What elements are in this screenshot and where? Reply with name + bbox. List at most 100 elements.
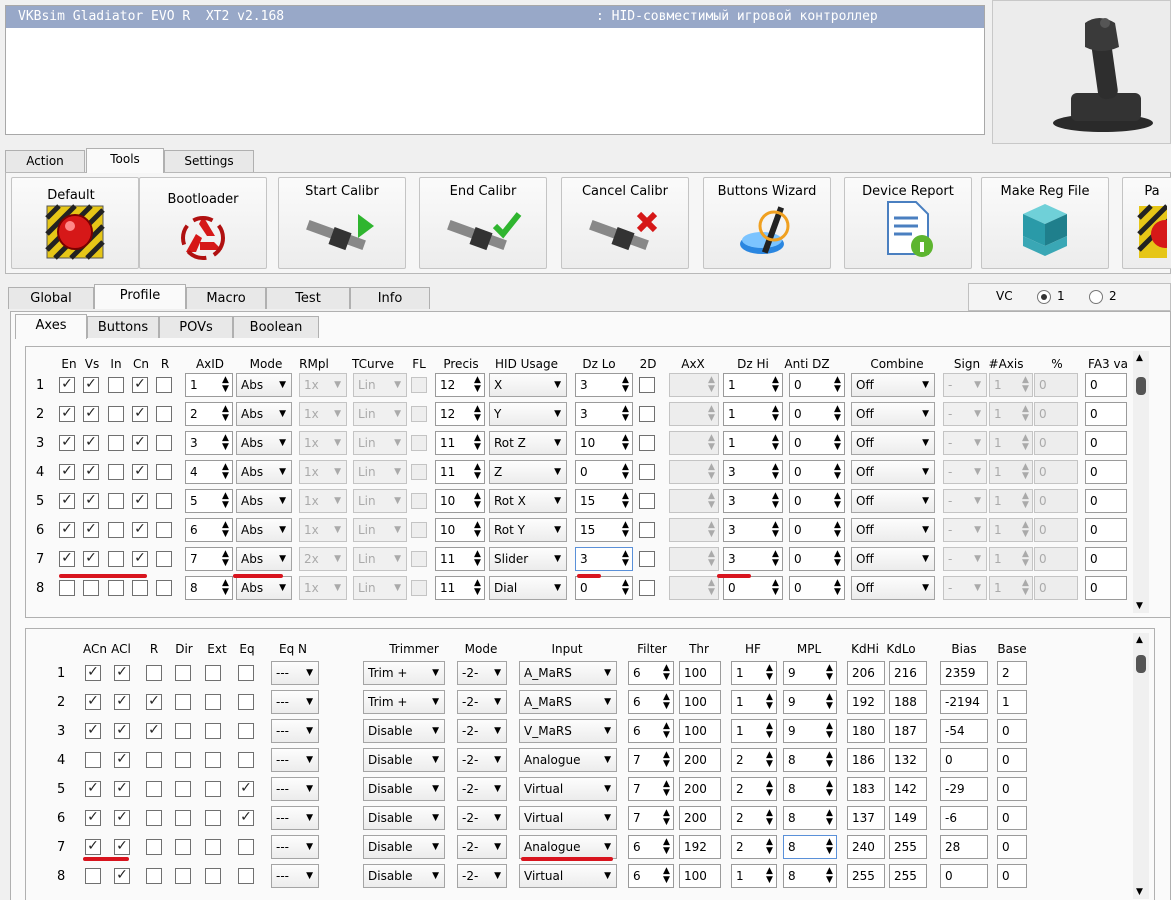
axis-r-checkbox[interactable] bbox=[156, 551, 172, 567]
spinner-arrows-icon[interactable]: ▲ ▼ bbox=[825, 809, 834, 827]
axis-tcurve-dropdown[interactable]: Lin ▼ bbox=[353, 489, 407, 513]
sensor-hf-spinner[interactable]: 1 ▲ ▼ bbox=[731, 864, 777, 888]
sensor-dir-checkbox[interactable] bbox=[175, 839, 191, 855]
sensor-kdhi-field[interactable]: 180 bbox=[847, 719, 885, 743]
sensor-input-dropdown[interactable]: Virtual ▼ bbox=[519, 806, 617, 830]
spinner-arrows-icon[interactable]: ▲ ▼ bbox=[833, 405, 842, 423]
sensor-base-field[interactable]: 0 bbox=[997, 835, 1027, 859]
axis-fa3-field[interactable]: 0 bbox=[1085, 547, 1127, 571]
axis-dzhi-spinner[interactable]: 1 ▲ ▼ bbox=[723, 373, 783, 397]
spinner-arrows-icon[interactable]: ▲ ▼ bbox=[1021, 405, 1030, 423]
axis-rmpl-dropdown[interactable]: 2x ▼ bbox=[299, 547, 347, 571]
axis-tcurve-dropdown[interactable]: Lin ▼ bbox=[353, 518, 407, 542]
axis-sign-dropdown[interactable]: - ▼ bbox=[943, 547, 987, 571]
axis-mode-dropdown[interactable]: Abs ▼ bbox=[236, 431, 292, 455]
sensor-eqn-dropdown[interactable]: --- ▼ bbox=[271, 748, 319, 772]
spinner-arrows-icon[interactable]: ▲ ▼ bbox=[473, 434, 482, 452]
axis-sign-dropdown[interactable]: - ▼ bbox=[943, 489, 987, 513]
spinner-arrows-icon[interactable]: ▲ ▼ bbox=[771, 492, 780, 510]
sensor-bias-field[interactable]: -2194 bbox=[940, 690, 988, 714]
sensor-kdhi-field[interactable]: 186 bbox=[847, 748, 885, 772]
axis-percent-field[interactable]: 0 bbox=[1034, 518, 1078, 542]
sensor-base-field[interactable]: 0 bbox=[997, 748, 1027, 772]
spinner-arrows-icon[interactable]: ▲ ▼ bbox=[662, 722, 671, 740]
axis-cn-checkbox[interactable]: ✓ bbox=[132, 435, 148, 451]
scroll-up-icon[interactable]: ▲ bbox=[1136, 353, 1143, 363]
sensor-eq-checkbox[interactable] bbox=[238, 665, 254, 681]
sensor-thr-field[interactable]: 100 bbox=[679, 690, 721, 714]
axis-rmpl-dropdown[interactable]: 1x ▼ bbox=[299, 460, 347, 484]
axis-r-checkbox[interactable] bbox=[156, 493, 172, 509]
sensor-r-checkbox[interactable]: ✓ bbox=[146, 723, 162, 739]
sensor-acl-checkbox[interactable]: ✓ bbox=[114, 723, 130, 739]
axis-combine-dropdown[interactable]: Off ▼ bbox=[851, 373, 935, 397]
sensor-mpl-spinner[interactable]: 9 ▲ ▼ bbox=[783, 719, 837, 743]
axis-dzlo-spinner[interactable]: 15 ▲ ▼ bbox=[575, 489, 633, 513]
sensor-ext-checkbox[interactable] bbox=[205, 723, 221, 739]
sensor-hf-spinner[interactable]: 1 ▲ ▼ bbox=[731, 661, 777, 685]
spinner-arrows-icon[interactable]: ▲ ▼ bbox=[707, 405, 716, 423]
sensor-acl-checkbox[interactable]: ✓ bbox=[114, 839, 130, 855]
axis-vs-checkbox[interactable]: ✓ bbox=[83, 406, 99, 422]
sensor-acn-checkbox[interactable]: ✓ bbox=[85, 694, 101, 710]
sensor-trimmer-dropdown[interactable]: Disable ▼ bbox=[363, 806, 445, 830]
axis-antidz-spinner[interactable]: 0 ▲ ▼ bbox=[789, 402, 845, 426]
tab-settings[interactable]: Settings bbox=[164, 150, 254, 172]
spinner-arrows-icon[interactable]: ▲ ▼ bbox=[765, 809, 774, 827]
axis-fl-checkbox[interactable] bbox=[411, 551, 427, 567]
axis-percent-field[interactable]: 0 bbox=[1034, 373, 1078, 397]
axis-fa3-field[interactable]: 0 bbox=[1085, 402, 1127, 426]
axis-axx-spinner[interactable]: ▲ ▼ bbox=[669, 373, 719, 397]
sensor-mpl-spinner[interactable]: 8 ▲ ▼ bbox=[783, 748, 837, 772]
scroll-down-icon[interactable]: ▼ bbox=[1136, 601, 1143, 611]
spinner-arrows-icon[interactable]: ▲ ▼ bbox=[473, 521, 482, 539]
sensor-r-checkbox[interactable] bbox=[146, 665, 162, 681]
sensor-ext-checkbox[interactable] bbox=[205, 839, 221, 855]
sensor-base-field[interactable]: 2 bbox=[997, 661, 1027, 685]
axis-number-spinner[interactable]: 1 ▲ ▼ bbox=[989, 576, 1033, 600]
axis-precision-spinner[interactable]: 12 ▲ ▼ bbox=[435, 373, 485, 397]
axis-cn-checkbox[interactable]: ✓ bbox=[132, 464, 148, 480]
axis-2d-checkbox[interactable] bbox=[639, 551, 655, 567]
axis-en-checkbox[interactable]: ✓ bbox=[59, 406, 75, 422]
spinner-arrows-icon[interactable]: ▲ ▼ bbox=[1021, 434, 1030, 452]
sensor-thr-field[interactable]: 100 bbox=[679, 719, 721, 743]
tab-tools[interactable]: Tools bbox=[86, 148, 164, 173]
axis-antidz-spinner[interactable]: 0 ▲ ▼ bbox=[789, 431, 845, 455]
pa-button[interactable]: Pa bbox=[1122, 177, 1171, 269]
spinner-arrows-icon[interactable]: ▲ ▼ bbox=[1021, 521, 1030, 539]
axis-dzlo-spinner[interactable]: 0 ▲ ▼ bbox=[575, 576, 633, 600]
sensor-eqn-dropdown[interactable]: --- ▼ bbox=[271, 777, 319, 801]
sensor-mode-dropdown[interactable]: -2- ▼ bbox=[457, 777, 507, 801]
axis-rmpl-dropdown[interactable]: 1x ▼ bbox=[299, 489, 347, 513]
sensor-eqn-dropdown[interactable]: --- ▼ bbox=[271, 690, 319, 714]
sensor-eq-checkbox[interactable]: ✓ bbox=[238, 810, 254, 826]
sensor-input-dropdown[interactable]: Analogue ▼ bbox=[519, 835, 617, 859]
axis-id-spinner[interactable]: 3 ▲ ▼ bbox=[185, 431, 233, 455]
axis-rmpl-dropdown[interactable]: 1x ▼ bbox=[299, 402, 347, 426]
sensor-thr-field[interactable]: 100 bbox=[679, 661, 721, 685]
sensor-input-dropdown[interactable]: Virtual ▼ bbox=[519, 777, 617, 801]
spinner-arrows-icon[interactable]: ▲ ▼ bbox=[833, 579, 842, 597]
sensor-input-dropdown[interactable]: V_MaRS ▼ bbox=[519, 719, 617, 743]
sensor-filter-spinner[interactable]: 7 ▲ ▼ bbox=[628, 806, 674, 830]
axis-dzlo-spinner[interactable]: 3 ▲ ▼ bbox=[575, 402, 633, 426]
sensor-acn-checkbox[interactable] bbox=[85, 868, 101, 884]
axis-en-checkbox[interactable]: ✓ bbox=[59, 464, 75, 480]
axis-vs-checkbox[interactable]: ✓ bbox=[83, 435, 99, 451]
sensor-r-checkbox[interactable] bbox=[146, 781, 162, 797]
sensor-mpl-spinner[interactable]: 9 ▲ ▼ bbox=[783, 690, 837, 714]
axis-precision-spinner[interactable]: 10 ▲ ▼ bbox=[435, 489, 485, 513]
sensor-hf-spinner[interactable]: 1 ▲ ▼ bbox=[731, 690, 777, 714]
sensor-kdhi-field[interactable]: 240 bbox=[847, 835, 885, 859]
axis-en-checkbox[interactable]: ✓ bbox=[59, 377, 75, 393]
spinner-arrows-icon[interactable]: ▲ ▼ bbox=[771, 434, 780, 452]
axis-in-checkbox[interactable] bbox=[108, 493, 124, 509]
spinner-arrows-icon[interactable]: ▲ ▼ bbox=[1021, 579, 1030, 597]
axis-hid-usage-dropdown[interactable]: Rot Y ▼ bbox=[489, 518, 567, 542]
spinner-arrows-icon[interactable]: ▲ ▼ bbox=[765, 664, 774, 682]
spinner-arrows-icon[interactable]: ▲ ▼ bbox=[833, 463, 842, 481]
sensor-dir-checkbox[interactable] bbox=[175, 810, 191, 826]
sensor-input-dropdown[interactable]: Analogue ▼ bbox=[519, 748, 617, 772]
axis-tcurve-dropdown[interactable]: Lin ▼ bbox=[353, 547, 407, 571]
